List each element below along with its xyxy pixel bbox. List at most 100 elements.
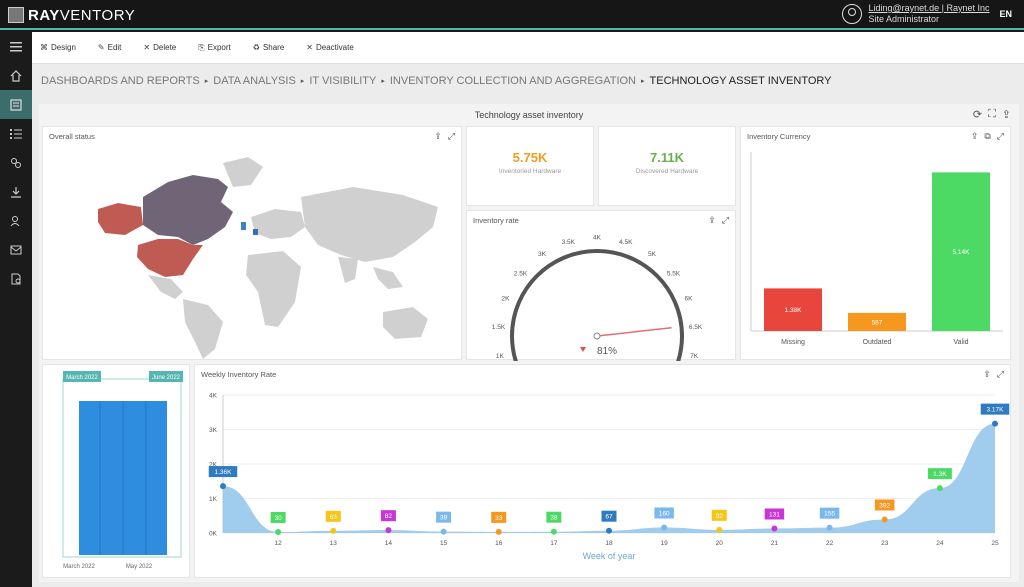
breadcrumb-item[interactable]: DATA ANALYSIS xyxy=(213,75,296,87)
menu-icon[interactable] xyxy=(0,32,32,61)
x-tick-label: 14 xyxy=(385,540,393,547)
data-point xyxy=(716,526,723,533)
x-tick-label: 22 xyxy=(826,540,834,547)
user-settings-icon[interactable] xyxy=(0,206,32,235)
data-point xyxy=(881,516,888,523)
dashboard-title: Technology asset inventory xyxy=(474,110,584,120)
design-button[interactable]: ⌘ Design xyxy=(40,43,76,52)
logo-icon xyxy=(8,7,24,23)
gauge-scale-label: 5.5K xyxy=(667,271,681,278)
delete-button[interactable]: ✕ Delete xyxy=(143,43,176,52)
language-selector[interactable]: EN xyxy=(999,9,1012,19)
logo-text-main: RAY xyxy=(28,6,60,24)
refresh-icon[interactable]: ⟳ xyxy=(973,108,982,121)
data-label: 39 xyxy=(440,515,448,522)
deactivate-button[interactable]: ✕ Deactivate xyxy=(306,43,354,52)
map-region-europe xyxy=(251,209,305,239)
gauge-scale-label: 6K xyxy=(684,296,693,303)
share-button[interactable]: ♻ Share xyxy=(253,43,285,52)
axis-label: May 2022 xyxy=(126,564,153,570)
x-tick-label: 25 xyxy=(991,540,999,547)
map-region-india xyxy=(338,257,358,283)
deactivate-label: Deactivate xyxy=(316,43,354,52)
x-tick-label: 17 xyxy=(550,540,558,547)
user-menu[interactable]: Liding@raynet.de | Raynet Inc Site Admin… xyxy=(842,3,1012,25)
x-tick-label: 23 xyxy=(881,540,889,547)
map-region-africa xyxy=(246,251,301,327)
report-icon[interactable] xyxy=(0,264,32,293)
inventory-currency-panel: Inventory Currency ⇪ ⧉ ⤢ 1.38K Missing 587 Ou… xyxy=(740,126,1011,360)
map-region-greenland xyxy=(223,157,263,187)
download-icon[interactable] xyxy=(0,177,32,206)
gauge-scale-label: 6.5K xyxy=(689,324,703,331)
export-icon[interactable]: ⇪ xyxy=(1002,108,1011,121)
gauge-scale-label: 2.5K xyxy=(514,271,528,278)
map-region-mexico xyxy=(148,275,183,299)
user-avatar-icon[interactable] xyxy=(842,4,863,24)
breadcrumb-item[interactable]: INVENTORY COLLECTION AND AGGREGATION xyxy=(390,75,636,87)
data-label: 1.3K xyxy=(933,471,947,478)
map-region-canada xyxy=(143,175,233,245)
y-tick-label: 0K xyxy=(209,531,218,538)
breadcrumb: DASHBOARDS AND REPORTS ▸ DATA ANALYSIS ▸ I… xyxy=(32,64,1024,98)
x-tick-label: 15 xyxy=(440,540,448,547)
data-point xyxy=(550,528,557,535)
kpi-inventoried-value: 5.75K xyxy=(512,150,548,165)
x-tick-label: 12 xyxy=(275,540,283,547)
breadcrumb-item[interactable]: IT VISIBILITY xyxy=(309,75,376,87)
fullscreen-icon[interactable]: ⛶ xyxy=(988,108,996,121)
user-email[interactable]: Liding@raynet.de | Raynet Inc xyxy=(868,3,989,14)
user-role: Site Administrator xyxy=(868,14,939,24)
category-label: Valid xyxy=(953,339,968,346)
edit-label: Edit xyxy=(107,43,122,52)
bar-value-label: 5.14K xyxy=(953,249,971,256)
data-label: 131 xyxy=(769,511,780,518)
logo-text-sub: VENTORY xyxy=(59,6,136,24)
inventory-rate-panel: Inventory rate ⇪⤢ 05001K1.5K2K2.5K3K3.5K… xyxy=(466,210,736,361)
top-bar: RAY VENTORY Liding@raynet.de | Raynet Inc… xyxy=(0,0,1024,30)
export-button[interactable]: ⎘ Export xyxy=(198,43,231,53)
gauge-scale-label: 3.5K xyxy=(562,239,576,246)
delete-label: Delete xyxy=(153,43,177,52)
data-point xyxy=(606,527,612,534)
data-label: 67 xyxy=(605,514,613,521)
breadcrumb-current: TECHNOLOGY ASSET INVENTORY xyxy=(649,75,832,87)
edit-button[interactable]: ✎ Edit xyxy=(98,43,122,52)
x-axis-label: Week of year xyxy=(583,551,636,561)
category-label: Outdated xyxy=(863,339,892,346)
dashboard-icon[interactable] xyxy=(0,90,32,119)
world-map[interactable] xyxy=(43,127,463,361)
gauge-scale-label: 2K xyxy=(502,296,511,303)
home-icon[interactable] xyxy=(0,61,32,90)
gauge-scale-label: 5K xyxy=(648,251,657,258)
range-end-label: June 2022 xyxy=(152,375,181,381)
gauge-scale-label: 1K xyxy=(496,353,505,360)
data-point xyxy=(495,528,502,535)
breadcrumb-item[interactable]: DASHBOARDS AND REPORTS xyxy=(41,75,200,87)
x-tick-label: 19 xyxy=(661,540,669,547)
list-icon[interactable] xyxy=(0,119,32,148)
link-icon[interactable] xyxy=(0,148,32,177)
app-logo[interactable]: RAY VENTORY xyxy=(8,6,135,24)
design-icon: ⌘ xyxy=(40,43,48,52)
x-tick-label: 16 xyxy=(495,540,503,547)
kpi-discovered-value: 7.11K xyxy=(650,150,684,165)
data-label: 160 xyxy=(659,510,670,517)
map-region-southeast-asia xyxy=(373,267,403,289)
gauge-scale-label: 1.5K xyxy=(492,324,506,331)
export-icon: ⎘ xyxy=(198,42,205,52)
data-point xyxy=(771,525,778,532)
gauge-scale-label: 4.5K xyxy=(619,239,633,246)
data-point xyxy=(826,524,833,531)
date-range-selector[interactable]: March 2022 June 2022 March 2022 May 2022 xyxy=(43,365,191,579)
range-start-label: March 2022 xyxy=(66,375,98,381)
axis-label: March 2022 xyxy=(63,564,95,570)
inbox-icon[interactable] xyxy=(0,235,32,264)
data-point xyxy=(440,528,447,535)
data-label: 392 xyxy=(879,502,890,509)
data-point xyxy=(661,524,668,531)
data-point xyxy=(385,527,392,534)
y-tick-label: 4K xyxy=(209,393,218,400)
gauge-percent-label: 81% xyxy=(597,346,617,357)
x-tick-label: 21 xyxy=(771,540,779,547)
